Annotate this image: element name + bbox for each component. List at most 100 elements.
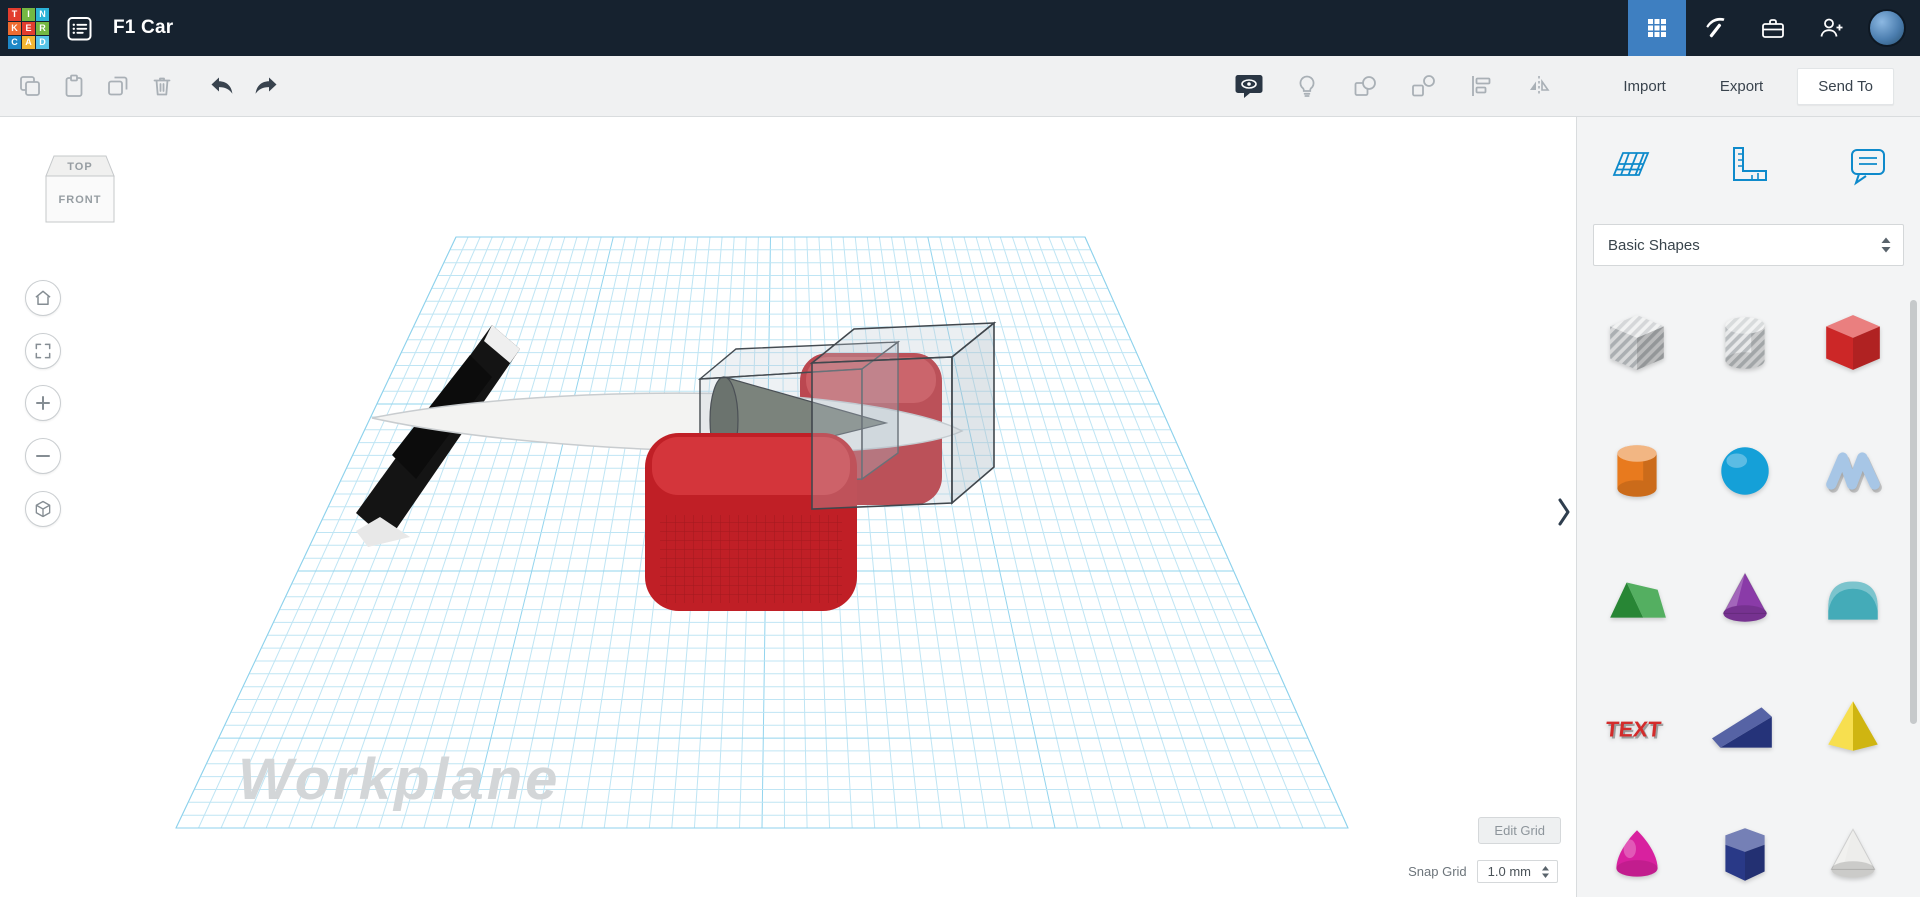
home-view-button[interactable] (25, 280, 61, 316)
panel-scrollbar[interactable] (1910, 300, 1917, 724)
shape-item-sphere[interactable] (1691, 407, 1799, 535)
shape-item-cylinder[interactable] (1583, 407, 1691, 535)
ruler-tool-button[interactable] (1727, 143, 1771, 187)
paraboloid-shape-icon (1616, 830, 1658, 877)
undo-redo-group (200, 64, 288, 108)
shape-item-text[interactable]: TEXT TEXT (1583, 663, 1691, 791)
apps-grid-button[interactable] (1628, 0, 1686, 56)
briefcase-icon (1762, 19, 1784, 38)
logo-tile: I (22, 7, 35, 21)
scribble-shape-icon (1826, 452, 1882, 493)
logo-tile: T (8, 7, 21, 21)
shape-category-value: Basic Shapes (1608, 236, 1700, 254)
workplane-watermark: Workplane (238, 747, 560, 812)
toolbar-right-group: Import Export Send To (1227, 64, 1894, 108)
undo-button[interactable] (200, 64, 244, 108)
comments-icon (1235, 75, 1263, 98)
copy-button[interactable] (8, 64, 52, 108)
mirror-button[interactable] (1517, 64, 1561, 108)
cone-shape-icon (1722, 572, 1768, 622)
panel-collapse-handle[interactable] (1555, 495, 1573, 534)
export-button[interactable]: Export (1700, 69, 1783, 104)
logo-tile: R (36, 21, 49, 35)
shape-category-dropdown[interactable]: Basic Shapes (1593, 224, 1904, 266)
shape-item-cone-white[interactable] (1799, 791, 1907, 897)
redo-button[interactable] (244, 64, 288, 108)
logo-tile: A (22, 35, 35, 49)
shape-item-scribble[interactable] (1799, 407, 1907, 535)
ungroup-button[interactable] (1401, 64, 1445, 108)
delete-icon (153, 77, 171, 96)
ruler-icon (1732, 147, 1767, 181)
fit-view-button[interactable] (25, 333, 61, 369)
edit-grid-button[interactable]: Edit Grid (1478, 817, 1561, 844)
paste-icon (65, 74, 83, 97)
duplicate-icon (108, 76, 128, 96)
paste-button[interactable] (52, 64, 96, 108)
show-comments-button[interactable] (1227, 64, 1271, 108)
ungroup-icon (1412, 75, 1436, 97)
duplicate-button[interactable] (96, 64, 140, 108)
roof-shape-icon (1610, 582, 1666, 618)
main-area: Workplane TOP FRONT Edit Grid Snap Grid … (0, 117, 1920, 897)
zoom-out-icon (36, 455, 50, 457)
tips-icon (1299, 75, 1315, 97)
logo-tile: E (22, 21, 35, 35)
panel-tool-icons (1577, 143, 1920, 187)
shape-item-pyramid[interactable] (1799, 663, 1907, 791)
design-menu-button[interactable] (61, 10, 97, 46)
tips-button[interactable] (1285, 64, 1329, 108)
mirror-icon (1530, 76, 1550, 96)
top-bar: TIN KER CAD F1 Car (0, 0, 1920, 56)
shape-item-polygon[interactable] (1691, 791, 1799, 897)
design-menu-icon (67, 16, 91, 40)
model-hole-box-large[interactable] (809, 321, 997, 510)
view-cube-front-label: FRONT (59, 194, 102, 206)
notes-tool-button[interactable] (1846, 143, 1890, 187)
pickaxe-icon (1706, 17, 1725, 38)
align-icon (1472, 76, 1491, 96)
snap-grid-select[interactable]: 1.0 mm (1476, 860, 1558, 883)
delete-button[interactable] (140, 64, 184, 108)
notes-icon (1851, 149, 1885, 186)
shape-item-paraboloid[interactable] (1583, 791, 1691, 897)
logo-tile: C (8, 35, 21, 49)
viewport[interactable]: Workplane TOP FRONT Edit Grid Snap Grid … (0, 117, 1576, 897)
snap-grid-value: 1.0 mm (1487, 864, 1531, 879)
shape-item-roof[interactable] (1583, 535, 1691, 663)
tinker-button[interactable] (1686, 0, 1744, 56)
svg-text:TEXT: TEXT (1604, 716, 1663, 741)
zoom-in-button[interactable] (25, 385, 61, 421)
perspective-icon (35, 500, 51, 518)
fit-view-icon (35, 343, 51, 359)
pyramid-shape-icon (1828, 701, 1878, 751)
align-button[interactable] (1459, 64, 1503, 108)
shape-item-cylinder-hole[interactable] (1691, 279, 1799, 407)
perspective-toggle-button[interactable] (25, 491, 61, 527)
workplane-tool-button[interactable] (1607, 143, 1651, 187)
shape-item-wedge[interactable] (1691, 663, 1799, 791)
view-cube[interactable]: TOP FRONT (40, 151, 120, 242)
redo-icon (255, 77, 277, 94)
apps-grid-icon (1648, 19, 1666, 37)
group-icon (1354, 76, 1377, 96)
shape-item-cone[interactable] (1691, 535, 1799, 663)
avatar[interactable] (1868, 9, 1906, 47)
workplane-icon (1612, 152, 1650, 176)
app-logo[interactable]: TIN KER CAD (8, 7, 49, 49)
snap-grid-label: Snap Grid (1408, 864, 1467, 879)
send-to-button[interactable]: Send To (1797, 67, 1894, 105)
zoom-out-button[interactable] (25, 438, 61, 474)
viewport-3d-scene[interactable]: Workplane (0, 117, 1576, 897)
share-invite-button[interactable] (1802, 0, 1860, 56)
shape-item-round-roof[interactable] (1799, 535, 1907, 663)
classes-button[interactable] (1744, 0, 1802, 56)
round-roof-shape-icon (1828, 581, 1878, 620)
import-button[interactable]: Import (1603, 69, 1686, 104)
design-title[interactable]: F1 Car (113, 17, 173, 39)
shape-item-box-hole[interactable] (1583, 279, 1691, 407)
cylinder-shape-icon (1617, 445, 1657, 497)
box-hole-shape-icon (1610, 315, 1664, 370)
shape-item-box[interactable] (1799, 279, 1907, 407)
group-button[interactable] (1343, 64, 1387, 108)
